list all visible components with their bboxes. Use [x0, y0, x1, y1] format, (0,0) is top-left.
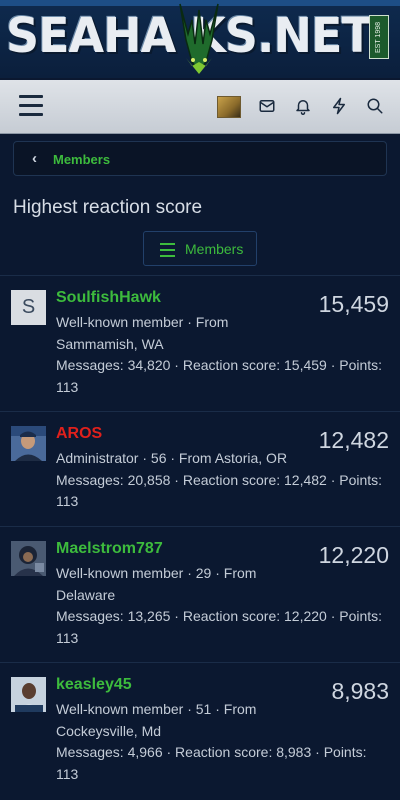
mail-icon[interactable]: [258, 97, 276, 115]
avatar[interactable]: [11, 426, 46, 461]
page-title: Highest reaction score: [13, 197, 203, 218]
list-item: AROS 12,482 Administrator · 56 · From As…: [0, 411, 400, 526]
member-list: S SoulfishHawk 15,459 Well-known member …: [0, 275, 400, 800]
established-badge: EST 1998: [369, 15, 389, 59]
member-points: 113: [56, 493, 79, 509]
member-name[interactable]: AROS: [56, 425, 102, 443]
member-meta: Well-known member · From Sammamish, WA M…: [56, 312, 391, 398]
member-meta: Well-known member · 51 · From Cockeysvil…: [56, 699, 391, 785]
site-banner[interactable]: SEAHA KS.NET EST 1998: [0, 0, 400, 78]
member-meta: Well-known member · 29 · From Delaware M…: [56, 563, 391, 649]
member-title: Administrator · 56 · From Astoria, OR: [56, 450, 288, 466]
talon-logo-icon: [179, 3, 219, 74]
member-location: Cockeysville, Md: [56, 722, 162, 739]
avatar[interactable]: [11, 541, 46, 576]
list-item: S SoulfishHawk 15,459 Well-known member …: [0, 275, 400, 411]
member-stats: Messages: 13,265 · Reaction score: 12,22…: [56, 608, 383, 624]
members-button-label: Members: [185, 241, 244, 257]
member-meta: Administrator · 56 · From Astoria, OR Me…: [56, 448, 391, 513]
avatar[interactable]: [11, 677, 46, 712]
list-item: keasley45 8,983 Well-known member · 51 ·…: [0, 662, 400, 800]
member-name[interactable]: SoulfishHawk: [56, 289, 161, 307]
menu-icon[interactable]: [19, 95, 43, 117]
member-name[interactable]: keasley45: [56, 676, 132, 694]
breadcrumb-label: Members: [53, 152, 111, 167]
member-title: Well-known member · 51 · From: [56, 701, 257, 717]
members-menu-button[interactable]: Members: [143, 231, 257, 266]
user-avatar[interactable]: [217, 96, 241, 118]
member-stats: Messages: 4,966 · Reaction score: 8,983 …: [56, 744, 367, 760]
member-points: 113: [56, 629, 79, 646]
bell-icon[interactable]: [294, 97, 312, 115]
top-navbar: [0, 80, 400, 134]
member-location: Sammamish, WA: [56, 335, 164, 352]
chevron-left-icon: ‹: [32, 150, 37, 167]
search-icon[interactable]: [366, 97, 384, 115]
member-stats: Messages: 34,820 · Reaction score: 15,45…: [56, 357, 383, 373]
member-location: Delaware: [56, 586, 116, 603]
member-points: 113: [56, 765, 79, 782]
list-item: Maelstrom787 12,220 Well-known member · …: [0, 526, 400, 662]
member-stats: Messages: 20,858 · Reaction score: 12,48…: [56, 471, 383, 488]
member-points: 113: [56, 378, 79, 395]
member-title: Well-known member · From: [56, 314, 229, 330]
member-title: Well-known member · 29 · From: [56, 565, 257, 581]
bolt-icon[interactable]: [330, 97, 348, 115]
member-name[interactable]: Maelstrom787: [56, 540, 163, 558]
list-icon: [160, 243, 175, 261]
avatar[interactable]: S: [11, 290, 46, 325]
breadcrumb-members[interactable]: ‹ Members: [13, 141, 387, 176]
